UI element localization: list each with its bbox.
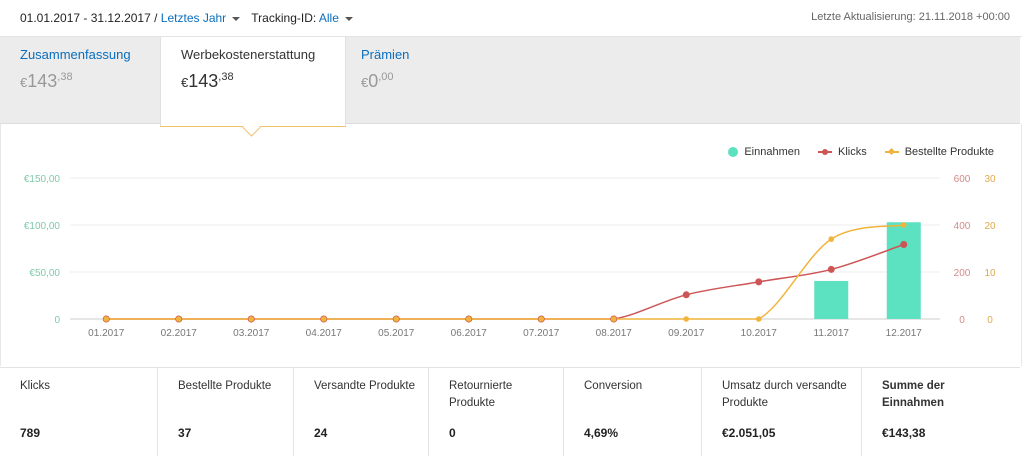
legend-label: Einnahmen [744, 146, 800, 158]
period-dropdown[interactable]: Letztes Jahr [161, 11, 226, 25]
earnings-tabs: Zusammenfassung €143,38 Werbekostenersta… [0, 37, 1020, 126]
stat-klicks: Klicks 789 [0, 368, 158, 456]
tab-label: Werbekostenerstattung [181, 47, 316, 62]
tab-label: Prämien [361, 47, 410, 62]
y-right2-tick-label: 0 [987, 315, 993, 326]
point-bestellte [755, 316, 762, 322]
x-tick-label: 08.2017 [596, 328, 633, 339]
legend-item-bestellte[interactable]: Bestellte Produkte [884, 146, 994, 158]
point-bestellte [828, 236, 835, 242]
tab-amount: €0,00 [361, 71, 394, 91]
bar-einnahmen [814, 280, 849, 319]
summary-stats: Klicks 789 Bestellte Produkte 37 Versand… [0, 367, 1020, 456]
stat-umsatz: Umsatz durch versandte Produkte €2.051,0… [702, 368, 862, 456]
stat-summe-einnahmen: Summe der Einnahmen €143,38 [862, 368, 1022, 456]
point-bestellte [175, 316, 182, 322]
point-klicks [827, 265, 835, 273]
stat-label: Umsatz durch versandte Produkte [722, 380, 847, 409]
tab-amount: €143,38 [181, 71, 234, 91]
point-bestellte [103, 316, 110, 322]
x-tick-label: 04.2017 [306, 328, 343, 339]
tab-zusammenfassung[interactable]: Zusammenfassung €143,38 [0, 37, 160, 123]
stat-value: 24 [314, 426, 328, 440]
point-bestellte [465, 316, 472, 322]
legend-label: Bestellte Produkte [904, 146, 994, 158]
bar-einnahmen [886, 222, 921, 319]
x-tick-label: 07.2017 [523, 328, 560, 339]
date-range: 01.01.2017 - 31.12.2017 / [20, 11, 158, 25]
chevron-down-icon[interactable] [232, 16, 241, 21]
y-right1-tick-label: 600 [954, 174, 971, 185]
stat-retournierte-produkte: Retournierte Produkte 0 [429, 368, 564, 456]
chevron-down-icon[interactable] [344, 16, 353, 21]
tab-amount: €143,38 [20, 71, 73, 91]
y-right1-tick-label: 400 [954, 221, 971, 232]
point-bestellte [538, 316, 545, 322]
stat-value: 0 [449, 426, 456, 440]
legend-item-klicks[interactable]: Klicks [817, 146, 867, 158]
x-tick-label: 05.2017 [378, 328, 415, 339]
stat-value: 37 [178, 426, 192, 440]
x-tick-label: 12.2017 [886, 328, 923, 339]
filter-controls: 01.01.2017 - 31.12.2017 / Letztes Jahr T… [20, 11, 361, 25]
point-klicks [682, 291, 690, 299]
stat-label: Versandte Produkte [314, 380, 416, 392]
x-tick-label: 09.2017 [668, 328, 705, 339]
stat-label: Summe der Einnahmen [882, 380, 945, 409]
tracking-id-dropdown[interactable]: Alle [319, 11, 339, 25]
earnings-chart: €150,00 600 30€100,00 400 20€50,00 200 100 0 001… [24, 174, 996, 339]
stat-conversion: Conversion 4,69% [564, 368, 702, 456]
x-tick-label: 06.2017 [451, 328, 488, 339]
stat-value: €143,38 [882, 426, 926, 440]
legend-swatch-einnahmen [728, 147, 739, 157]
y-right1-tick-label: 200 [954, 268, 971, 279]
point-bestellte [683, 316, 690, 322]
point-bestellte [610, 316, 617, 322]
y-right1-tick-label: 0 [959, 315, 965, 326]
tab-werbekostenerstattung[interactable]: Werbekostenerstattung €143,38 [160, 37, 346, 126]
legend-label: Klicks [837, 146, 867, 158]
tab-praemien[interactable]: Prämien €0,00 [341, 37, 501, 123]
x-tick-label: 02.2017 [161, 328, 198, 339]
stat-versandte-produkte: Versandte Produkte 24 [294, 368, 429, 456]
stat-label: Retournierte Produkte [449, 380, 513, 409]
y-left-tick-label: €100,00 [24, 221, 61, 232]
tracking-label: Tracking-ID: [251, 11, 317, 25]
x-tick-label: 10.2017 [741, 328, 778, 339]
y-left-tick-label: 0 [54, 315, 60, 326]
stat-label: Conversion [584, 380, 643, 392]
legend-swatch-bestellte [884, 147, 899, 157]
y-left-tick-label: €150,00 [24, 174, 61, 185]
stat-label: Klicks [20, 380, 51, 392]
legend-item-einnahmen[interactable]: Einnahmen [728, 146, 800, 158]
point-bestellte [900, 222, 907, 228]
line-klicks [106, 243, 904, 320]
stat-value: 4,69% [584, 426, 619, 440]
stat-bestellte-produkte: Bestellte Produkte 37 [158, 368, 294, 456]
x-tick-label: 01.2017 [88, 328, 125, 339]
x-tick-label: 11.2017 [814, 328, 850, 339]
stat-value: 789 [20, 426, 41, 440]
point-klicks [900, 241, 908, 249]
y-right2-tick-label: 20 [984, 221, 996, 232]
legend-swatch-klicks [817, 147, 832, 157]
filter-bar: 01.01.2017 - 31.12.2017 / Letztes Jahr T… [0, 0, 1022, 37]
point-bestellte [320, 316, 327, 322]
stat-value: €2.051,05 [722, 426, 776, 440]
tab-label: Zusammenfassung [20, 47, 131, 62]
y-left-tick-label: €50,00 [29, 268, 60, 279]
stat-label: Bestellte Produkte [178, 380, 272, 392]
point-bestellte [248, 316, 255, 322]
y-right2-tick-label: 30 [984, 174, 996, 185]
point-bestellte [393, 316, 400, 322]
x-tick-label: 03.2017 [233, 328, 270, 339]
y-right2-tick-label: 10 [984, 268, 996, 279]
point-klicks [755, 278, 763, 286]
chart-legend: Einnahmen Klicks Bestellte Produkte [728, 146, 994, 158]
last-update: Letzte Aktualisierung: 21.11.2018 +00:00 [811, 11, 1010, 23]
